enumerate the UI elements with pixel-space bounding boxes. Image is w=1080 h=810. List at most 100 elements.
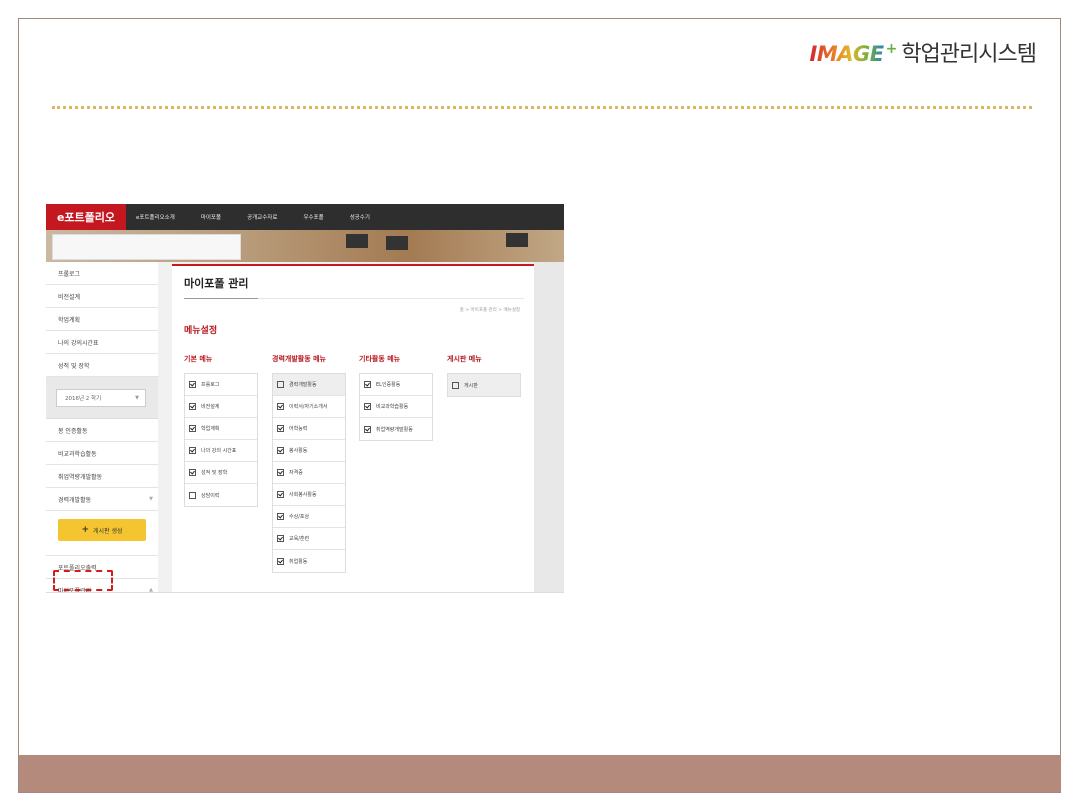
sidebar-item-label: 경력개발활동 [58,496,92,504]
semester-value: 2016년 2 학기 [65,395,102,402]
checkbox-checked-icon[interactable] [277,513,284,520]
menu-column-title: 게시판 메뉴 [447,355,482,363]
sidebar-item-label: 나의 강의시간표 [58,339,99,347]
menu-option[interactable]: 게시판 [448,374,520,396]
checkbox-checked-icon[interactable] [277,535,284,542]
banner-monitor-graphic [346,234,368,248]
menu-option-label: 취업활동 [289,558,308,565]
semester-area: 2016년 2 학기 ▼ [46,377,158,419]
menu-option-list: 게시판 [447,373,521,397]
menu-option-label: 취업역량개발활동 [376,426,413,433]
title-rule [258,298,524,299]
menu-option[interactable]: 경력개발활동 [273,374,345,396]
portal-logo[interactable]: e포트폴리오 [46,204,126,230]
sidebar-item[interactable]: 나의 강의시간표 [46,331,158,354]
checkbox-checked-icon[interactable] [277,403,284,410]
menu-option-label: 비전설계 [201,404,220,410]
menu-option[interactable]: 비교과학습활동 [360,396,432,418]
checkbox-checked-icon[interactable] [189,469,196,476]
semester-select[interactable]: 2016년 2 학기 ▼ [56,388,146,407]
sidebar-item-label: 성적 및 장학 [58,362,90,370]
menu-option[interactable]: 어학능력 [273,418,345,440]
checkbox-checked-icon[interactable] [189,425,196,432]
menu-option[interactable]: 비전설계 [185,396,257,418]
sidebar-item[interactable]: 비교과학습활동 [46,442,158,465]
sidebar-item[interactable]: 봉 인증활동 [46,419,158,442]
checkbox-checked-icon[interactable] [277,425,284,432]
menu-column-title: 기본 메뉴 [184,355,213,363]
top-nav-item[interactable]: e포트폴리오소개 [136,213,175,221]
sidebar-item-label: 취업역량개발활동 [58,473,103,481]
top-nav-item[interactable]: 우수포폴 [303,213,323,221]
sidebar-item-label: 봉 인증활동 [58,427,88,435]
menu-column: 게시판 메뉴게시판 [447,354,521,397]
checkbox-checked-icon[interactable] [189,447,196,454]
menu-option[interactable]: 교육/훈련 [273,528,345,550]
sidebar-item-label: 학업계획 [58,316,81,324]
menu-column: 기타활동 메뉴 EL인증활동 비교과학습활동 취업역량개발활동 [359,354,433,441]
menu-option-label: 자격증 [289,470,303,476]
footer-band [19,755,1061,792]
portfolio-screenshot: e포트폴리오 e포트폴리오소개 마이포폴 공개교수자료 우수포폴 성공수기 프롤로그 비전… [46,204,564,593]
menu-option[interactable]: 학업계획 [185,418,257,440]
menu-option[interactable]: EL인증활동 [360,374,432,396]
top-nav-item[interactable]: 성공수기 [350,213,370,221]
checkbox-checked-icon[interactable] [189,403,196,410]
menu-option[interactable]: 자격증 [273,462,345,484]
menu-option-list: 프롤로그비전설계학업계획나의 강의 시간표성적 및 장학상담이력 [184,373,258,507]
menu-column: 경력개발활동 메뉴경력개발활동 이력서/자기소개서어학능력봉사활동자격증사회봉사활… [272,354,346,573]
menu-option[interactable]: 나의 강의 시간표 [185,440,257,462]
menu-option-list: EL인증활동비교과학습활동취업역량개발활동 [359,373,433,441]
checkbox-checked-icon[interactable] [189,381,196,388]
menu-option[interactable]: 취업역량개발활동 [360,418,432,440]
menu-option[interactable]: 성적 및 장학 [185,462,257,484]
menu-option-label: 교육/훈련 [289,536,310,542]
checkbox-checked-icon[interactable] [277,557,284,565]
menu-option-label: 학업계획 [201,426,220,432]
sidebar-item[interactable]: 취업역량개발활동 [46,465,158,488]
menu-option-label: EL인증활동 [376,382,401,388]
checkbox-empty-icon[interactable] [189,491,196,499]
sidebar-item[interactable]: 비전설계 [46,285,158,308]
sidebar-item[interactable]: 학업계획 [46,308,158,331]
plus-icon: + [81,525,90,535]
checkbox-checked-icon[interactable] [364,425,371,433]
menu-option-label: 나의 강의 시간표 [201,448,237,454]
page-title: 마이포폴 관리 [184,277,249,290]
menu-option[interactable]: 이력서/자기소개서 [273,396,345,418]
sidebar: 프롤로그비전설계학업계획나의 강의시간표성적 및 장학 2016년 2 학기 ▼… [46,262,158,592]
menu-column-title: 경력개발활동 메뉴 [272,355,326,363]
highlight-marker [53,570,113,591]
menu-option-label: 성적 및 장학 [201,470,228,476]
sidebar-item-label: 비전설계 [58,293,81,301]
brand-plus-mark: + [885,41,898,57]
menu-option[interactable]: 프롤로그 [185,374,257,396]
checkbox-checked-icon[interactable] [277,447,284,454]
main-content: 마이포폴 관리 홈 > 마이포폴 관리 > 메뉴설정 메뉴설정 기본 메뉴 프롤로… [172,264,534,592]
menu-option[interactable]: 사회봉사활동 [273,484,345,506]
menu-option-label: 게시판 [464,382,478,389]
menu-option[interactable]: 상담이력 [185,484,257,506]
top-nav-item[interactable]: 공개교수자료 [247,213,277,221]
checkbox-empty-icon[interactable] [277,381,284,388]
sidebar-item[interactable]: 경력개발활동 ▼ [46,488,158,511]
menu-option-label: 수상/포상 [289,514,310,520]
menu-option[interactable]: 취업활동 [273,550,345,572]
checkbox-checked-icon[interactable] [277,469,284,476]
menu-option[interactable]: 수상/포상 [273,506,345,528]
chevron-down-icon: ▼ [149,496,153,502]
menu-option[interactable]: 봉사활동 [273,440,345,462]
checkbox-checked-icon[interactable] [277,491,284,498]
checkbox-empty-icon[interactable] [452,381,459,389]
checkbox-checked-icon[interactable] [364,403,371,410]
create-board-button[interactable]: + 게시판 생성 [58,519,146,541]
sidebar-item[interactable]: 프롤로그 [46,262,158,285]
checkbox-checked-icon[interactable] [364,381,371,388]
top-nav-menu: e포트폴리오소개 마이포폴 공개교수자료 우수포폴 성공수기 [136,204,396,230]
search-area[interactable] [52,234,241,260]
sidebar-item[interactable]: 성적 및 장학 [46,354,158,377]
create-board-label: 게시판 생성 [93,527,123,535]
top-nav-item[interactable]: 마이포폴 [201,213,221,221]
menu-option-label: 어학능력 [289,426,308,432]
menu-option-label: 사회봉사활동 [289,492,317,498]
